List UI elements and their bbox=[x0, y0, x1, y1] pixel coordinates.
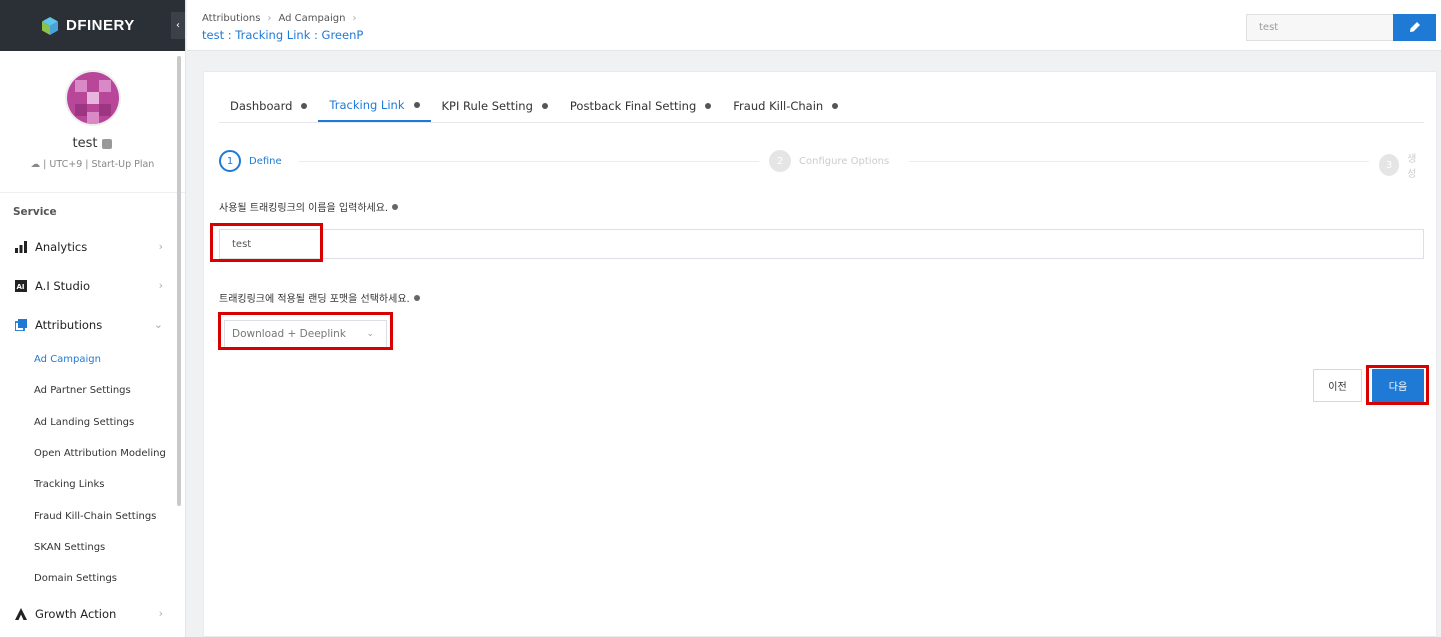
step-define: 1 Define bbox=[219, 150, 282, 172]
step-label: Define bbox=[249, 155, 282, 167]
step-connector bbox=[909, 161, 1369, 162]
profile-meta: ☁ | UTC+9 | Start-Up Plan bbox=[30, 159, 155, 170]
tab-fraud-kill-chain[interactable]: Fraud Kill-Chain bbox=[722, 89, 849, 122]
sidebar-subitem-fraud-kill-chain-settings[interactable]: Fraud Kill-Chain Settings bbox=[0, 500, 185, 531]
sidebar-subitem-ad-campaign[interactable]: Ad Campaign bbox=[0, 344, 185, 375]
header: Attributions › Ad Campaign › test : Trac… bbox=[187, 0, 1441, 51]
sidebar-item-ai-studio[interactable]: AI A.I Studio › bbox=[0, 266, 185, 305]
attributions-icon bbox=[14, 318, 28, 332]
dfinery-logo-icon bbox=[40, 16, 60, 36]
info-icon[interactable] bbox=[301, 102, 308, 109]
step-number: 1 bbox=[219, 150, 241, 172]
sidebar-subitem-ad-partner-settings[interactable]: Ad Partner Settings bbox=[0, 375, 185, 406]
chevron-right-icon: › bbox=[158, 240, 163, 253]
landing-format-select[interactable]: Download + Deeplink ⌄ bbox=[224, 320, 387, 348]
profile: test ☁ | UTC+9 | Start-Up Plan bbox=[0, 51, 185, 193]
name-field-label: 사용될 트래킹링크의 이름을 입력하세요. bbox=[219, 199, 399, 214]
tab-label: Dashboard bbox=[230, 98, 293, 113]
tab-label: Postback Final Setting bbox=[569, 98, 697, 113]
sidebar-item-growth-action[interactable]: Growth Action › bbox=[0, 594, 185, 633]
edit-button[interactable] bbox=[1393, 14, 1436, 41]
tab-label: KPI Rule Setting bbox=[441, 98, 533, 113]
info-icon[interactable] bbox=[832, 102, 839, 109]
help-icon[interactable] bbox=[392, 203, 399, 210]
sidebar-subitem-tracking-links[interactable]: Tracking Links bbox=[0, 469, 185, 500]
tab-bar: Dashboard Tracking Link KPI Rule Setting… bbox=[219, 89, 849, 122]
sidebar-item-label: Growth Action bbox=[35, 606, 117, 621]
sidebar-subitem-ad-landing-settings[interactable]: Ad Landing Settings bbox=[0, 407, 185, 438]
breadcrumb-separator-icon: › bbox=[267, 13, 272, 24]
prev-button[interactable]: 이전 bbox=[1313, 369, 1362, 402]
step-create: 3 생성 bbox=[1375, 150, 1424, 180]
switch-app-icon[interactable] bbox=[102, 138, 113, 149]
sidebar-scrollbar[interactable] bbox=[177, 56, 181, 506]
name-field-label-text: 사용될 트래킹링크의 이름을 입력하세요. bbox=[219, 203, 389, 214]
sidebar-item-label: Attributions bbox=[35, 317, 103, 332]
profile-name[interactable]: test bbox=[73, 136, 113, 151]
next-button[interactable]: 다음 bbox=[1372, 369, 1424, 402]
bar-chart-icon bbox=[14, 240, 28, 254]
logo-bar: DFINERY ‹ bbox=[0, 0, 185, 51]
sidebar-item-label: A.I Studio bbox=[35, 278, 90, 293]
growth-icon bbox=[14, 607, 28, 621]
chevron-right-icon: › bbox=[158, 607, 163, 621]
step-label: Configure Options bbox=[799, 155, 890, 167]
tab-tracking-link[interactable]: Tracking Link bbox=[318, 89, 431, 122]
logo-text: DFINERY bbox=[66, 17, 135, 34]
app-name-field[interactable]: test bbox=[1246, 14, 1394, 41]
format-field-label: 트래킹링크에 적용될 랜딩 포맷을 선택하세요. bbox=[219, 290, 420, 305]
breadcrumb-separator-icon: › bbox=[352, 13, 357, 24]
tab-label: Tracking Link bbox=[329, 97, 405, 112]
tab-label: Fraud Kill-Chain bbox=[733, 98, 824, 113]
svg-text:AI: AI bbox=[17, 283, 25, 291]
pencil-icon bbox=[1409, 21, 1420, 35]
help-icon[interactable] bbox=[413, 294, 420, 301]
tracking-link-name-input[interactable]: test bbox=[219, 229, 1424, 259]
format-field-label-text: 트래킹링크에 적용될 랜딩 포맷을 선택하세요. bbox=[219, 294, 410, 305]
chevron-down-icon: ⌄ bbox=[366, 329, 374, 339]
sidebar-item-label: Analytics bbox=[35, 239, 88, 254]
breadcrumb-item-ad-campaign[interactable]: Ad Campaign bbox=[278, 13, 345, 24]
landing-format-value: Download + Deeplink bbox=[232, 328, 346, 340]
page-title: test : Tracking Link : GreenP bbox=[202, 28, 364, 42]
step-configure-options: 2 Configure Options bbox=[769, 150, 898, 172]
breadcrumb: Attributions › Ad Campaign › bbox=[202, 13, 356, 24]
section-label-service: Service bbox=[13, 206, 57, 218]
chevron-down-icon: ⌄ bbox=[153, 318, 163, 331]
tab-divider bbox=[219, 122, 1424, 123]
sidebar-subitem-open-attribution-modeling[interactable]: Open Attribution Modeling bbox=[0, 438, 185, 469]
tab-dashboard[interactable]: Dashboard bbox=[219, 89, 318, 122]
breadcrumb-item-attributions[interactable]: Attributions bbox=[202, 13, 260, 24]
tab-kpi-rule-setting[interactable]: KPI Rule Setting bbox=[431, 89, 559, 122]
chevron-left-icon: ‹ bbox=[176, 20, 180, 31]
tab-postback-final-setting[interactable]: Postback Final Setting bbox=[559, 89, 722, 122]
info-icon[interactable] bbox=[705, 102, 712, 109]
step-label: 생성 bbox=[1407, 154, 1417, 180]
info-icon[interactable] bbox=[413, 101, 420, 108]
avatar[interactable] bbox=[64, 70, 121, 126]
step-number: 2 bbox=[769, 150, 791, 172]
profile-name-text: test bbox=[72, 136, 98, 151]
sidebar-subitem-skan-settings[interactable]: SKAN Settings bbox=[0, 532, 185, 563]
chevron-right-icon: › bbox=[158, 279, 163, 292]
info-icon[interactable] bbox=[541, 102, 548, 109]
step-number: 3 bbox=[1379, 154, 1400, 176]
sidebar-item-attributions[interactable]: Attributions ⌄ bbox=[0, 305, 185, 344]
main-card: Dashboard Tracking Link KPI Rule Setting… bbox=[203, 71, 1437, 637]
sidebar: DFINERY ‹ test ☁ | UTC+9 | Start-Up Plan… bbox=[0, 0, 186, 637]
collapse-sidebar-button[interactable]: ‹ bbox=[171, 12, 185, 39]
step-connector bbox=[299, 161, 759, 162]
stepper: 1 Define 2 Configure Options 3 생성 bbox=[219, 150, 1424, 180]
sidebar-subitem-domain-settings[interactable]: Domain Settings bbox=[0, 563, 185, 594]
ai-icon: AI bbox=[14, 279, 28, 293]
sidebar-item-analytics[interactable]: Analytics › bbox=[0, 227, 185, 266]
